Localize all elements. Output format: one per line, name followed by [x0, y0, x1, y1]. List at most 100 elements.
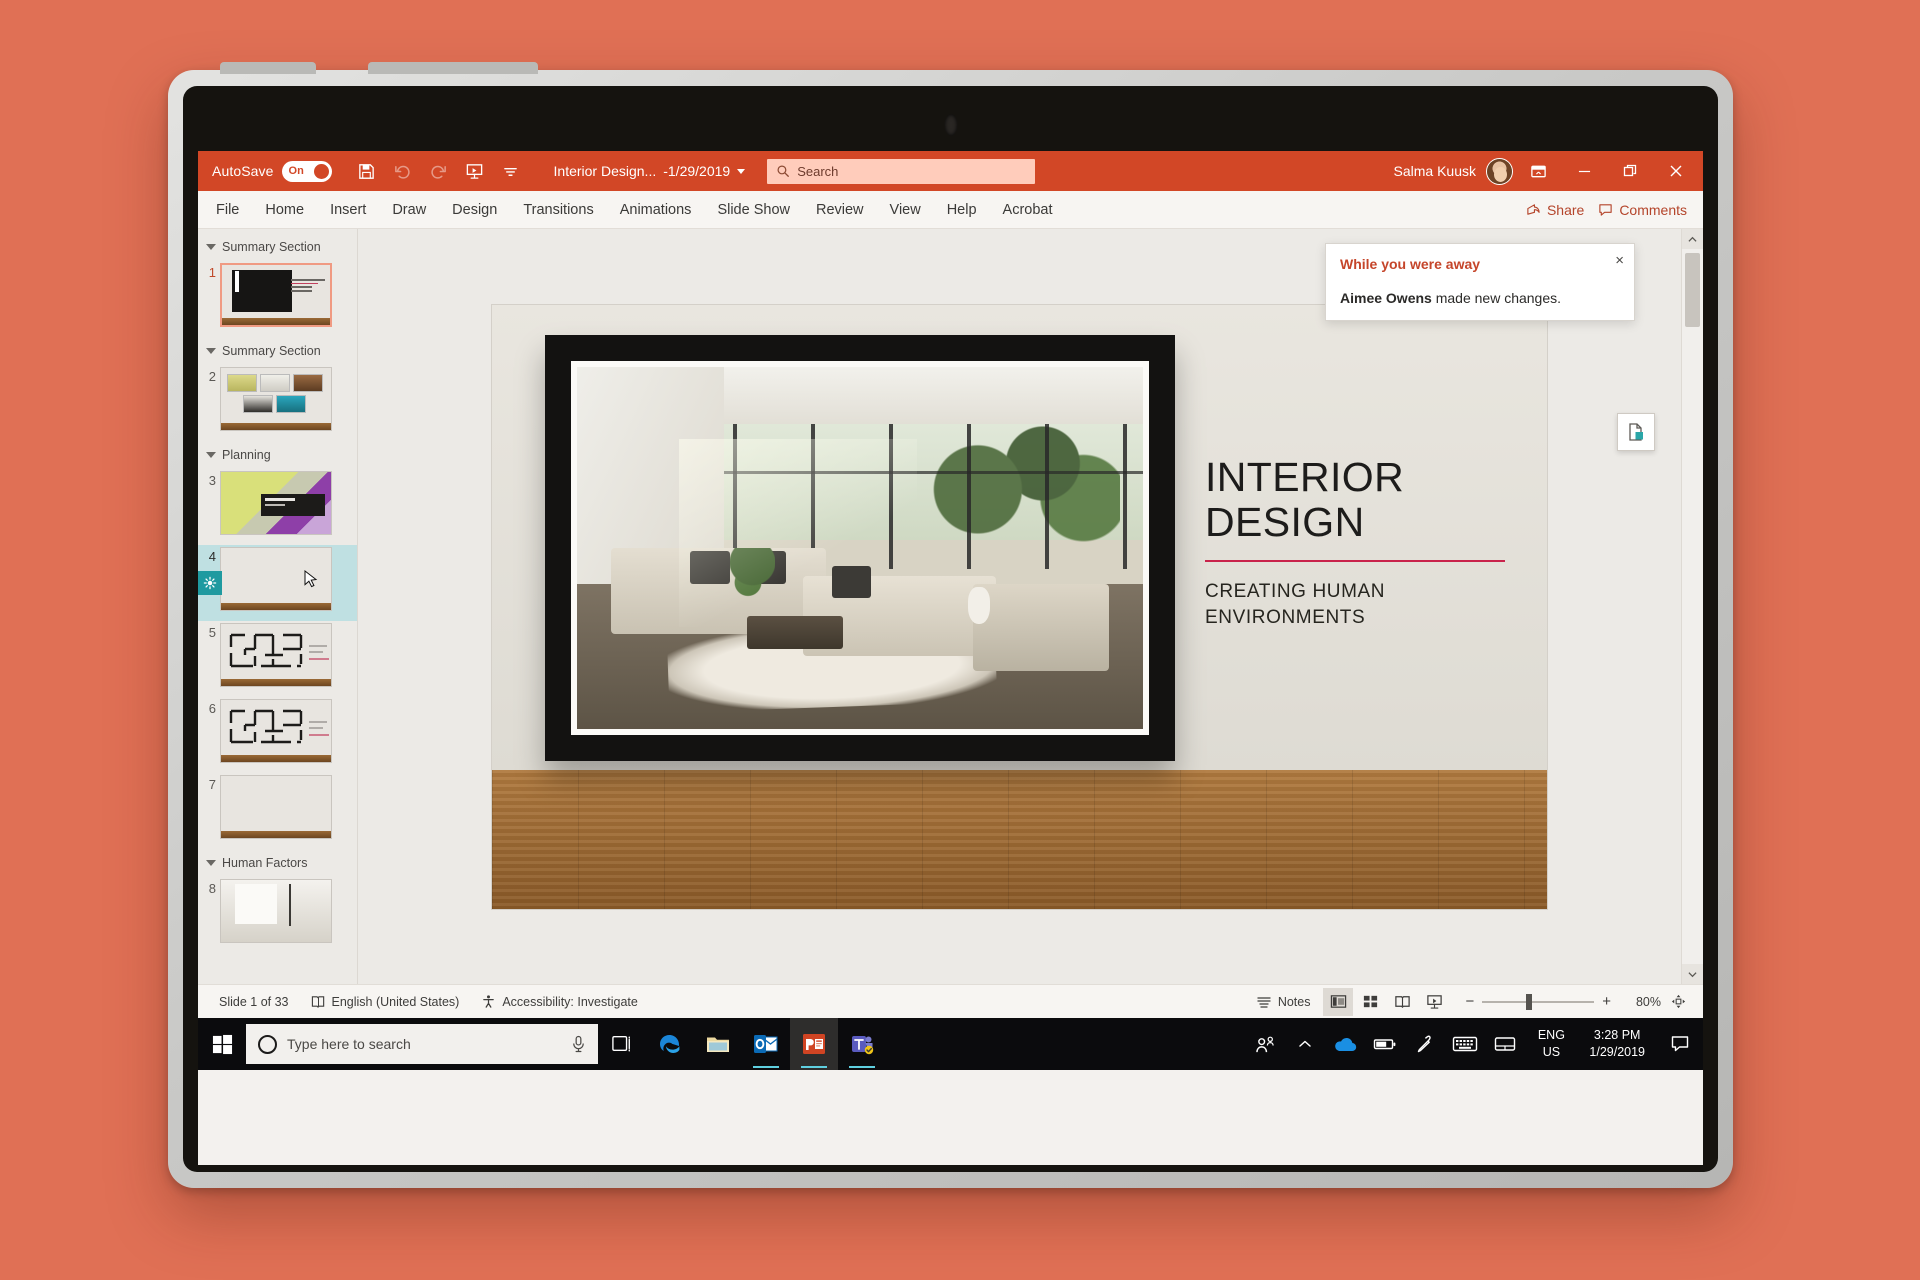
- tab-draw[interactable]: Draw: [379, 191, 439, 229]
- collapse-triangle-icon[interactable]: [206, 860, 216, 866]
- fit-slide-to-window-button[interactable]: [1663, 988, 1693, 1016]
- show-hidden-icons-icon[interactable]: [1285, 1018, 1325, 1070]
- onedrive-icon[interactable]: [1325, 1018, 1365, 1070]
- slide-thumbnail[interactable]: [220, 879, 332, 943]
- clock[interactable]: 3:28 PM 1/29/2019: [1577, 1027, 1657, 1061]
- collapse-triangle-icon[interactable]: [206, 244, 216, 250]
- minimize-button[interactable]: [1563, 152, 1605, 190]
- autosave-control[interactable]: AutoSave On: [198, 160, 332, 182]
- start-button[interactable]: [198, 1018, 246, 1070]
- slide-thumb-row-7[interactable]: 7: [198, 773, 357, 849]
- zoom-control[interactable]: − +: [1465, 993, 1611, 1010]
- zoom-out-button[interactable]: −: [1465, 993, 1474, 1010]
- slide-thumbnail-panel[interactable]: Summary Section 1 Summary Section 2 Plan…: [198, 229, 358, 984]
- slide-title-block[interactable]: INTERIOR DESIGN CREATING HUMAN ENVIRONME…: [1205, 454, 1505, 631]
- zoom-slider[interactable]: [1482, 993, 1595, 1010]
- zoom-in-button[interactable]: +: [1602, 993, 1611, 1010]
- scrollbar-track[interactable]: [1682, 229, 1703, 984]
- zoom-percent[interactable]: 80%: [1623, 995, 1661, 1009]
- tab-insert[interactable]: Insert: [317, 191, 379, 229]
- tab-slide-show[interactable]: Slide Show: [704, 191, 803, 229]
- slide-thumbnail[interactable]: [220, 547, 332, 611]
- collapse-triangle-icon[interactable]: [206, 348, 216, 354]
- tab-help[interactable]: Help: [934, 191, 990, 229]
- taskbar-search-input[interactable]: Type here to search: [246, 1024, 598, 1064]
- zoom-slider-knob[interactable]: [1526, 993, 1533, 1010]
- touchpad-icon[interactable]: [1485, 1018, 1525, 1070]
- normal-view-button[interactable]: [1323, 987, 1354, 1016]
- tab-view[interactable]: View: [877, 191, 934, 229]
- slide-thumbnail[interactable]: [220, 775, 332, 839]
- slide-changes-flag-button[interactable]: [1617, 413, 1655, 451]
- start-presentation-icon[interactable]: [458, 156, 492, 186]
- slide-thumb-row-3[interactable]: 3: [198, 469, 357, 545]
- undo-icon[interactable]: [386, 156, 420, 186]
- slide-thumbnail[interactable]: [220, 471, 332, 535]
- language-status[interactable]: English (United States): [300, 987, 471, 1017]
- slide-thumb-row-2[interactable]: 2: [198, 365, 357, 441]
- comments-button[interactable]: Comments: [1598, 202, 1687, 218]
- task-view-icon[interactable]: [598, 1018, 646, 1070]
- collapse-triangle-icon[interactable]: [206, 452, 216, 458]
- document-title[interactable]: Interior Design... -1/29/2019: [554, 163, 746, 179]
- vertical-scrollbar[interactable]: [1681, 229, 1703, 984]
- pen-icon[interactable]: [1405, 1018, 1445, 1070]
- tab-design[interactable]: Design: [439, 191, 510, 229]
- avatar[interactable]: [1486, 157, 1513, 185]
- slide-thumbnail[interactable]: [220, 623, 332, 687]
- scroll-up-button[interactable]: [1682, 229, 1703, 249]
- share-button[interactable]: Share: [1526, 202, 1584, 218]
- battery-icon[interactable]: [1365, 1018, 1405, 1070]
- slide-thumb-row-8[interactable]: 8: [198, 877, 357, 953]
- scroll-down-button[interactable]: [1682, 964, 1703, 984]
- chevron-down-icon[interactable]: [737, 168, 746, 174]
- slide-editing-stage[interactable]: INTERIOR DESIGN CREATING HUMAN ENVIRONME…: [358, 229, 1681, 984]
- people-icon[interactable]: [1245, 1018, 1285, 1070]
- slideshow-button[interactable]: [1419, 988, 1449, 1016]
- microphone-icon[interactable]: [571, 1035, 586, 1053]
- slide-thumb-row-1[interactable]: 1: [198, 261, 357, 337]
- while-you-were-away-notification[interactable]: While you were away × Aimee Owens made n…: [1325, 243, 1635, 321]
- tab-review[interactable]: Review: [803, 191, 877, 229]
- keyboard-icon[interactable]: [1445, 1018, 1485, 1070]
- section-header-human-factors[interactable]: Human Factors: [198, 849, 357, 877]
- current-slide[interactable]: INTERIOR DESIGN CREATING HUMAN ENVIRONME…: [492, 304, 1547, 909]
- edge-icon[interactable]: [646, 1018, 694, 1070]
- tab-file[interactable]: File: [198, 191, 252, 229]
- teams-icon[interactable]: [838, 1018, 886, 1070]
- tab-acrobat[interactable]: Acrobat: [990, 191, 1066, 229]
- tab-transitions[interactable]: Transitions: [510, 191, 606, 229]
- slide-thumbnail[interactable]: [220, 699, 332, 763]
- scrollbar-thumb[interactable]: [1685, 253, 1700, 327]
- slide-thumbnail[interactable]: [220, 263, 332, 327]
- powerpoint-icon[interactable]: [790, 1018, 838, 1070]
- slide-thumb-row-6[interactable]: 6: [198, 697, 357, 773]
- language-indicator[interactable]: ENG US: [1525, 1027, 1577, 1061]
- customize-quick-access-icon[interactable]: [494, 156, 528, 186]
- close-button[interactable]: [1655, 152, 1697, 190]
- reading-view-button[interactable]: [1387, 988, 1417, 1016]
- slide-picture-frame[interactable]: [545, 334, 1175, 761]
- action-center-button[interactable]: [1657, 1018, 1703, 1070]
- ribbon-display-options-button[interactable]: [1517, 152, 1559, 190]
- redo-icon[interactable]: [422, 156, 456, 186]
- search-input[interactable]: Search: [767, 158, 1036, 184]
- slide-sorter-button[interactable]: [1355, 988, 1385, 1016]
- slide-changed-badge[interactable]: [198, 571, 222, 595]
- slide-thumb-row-5[interactable]: 5: [198, 621, 357, 697]
- slide-counter[interactable]: Slide 1 of 33: [208, 987, 300, 1017]
- accessibility-status[interactable]: Accessibility: Investigate: [470, 987, 648, 1017]
- tab-home[interactable]: Home: [252, 191, 317, 229]
- notes-button[interactable]: Notes: [1245, 987, 1322, 1017]
- slide-thumbnail[interactable]: [220, 367, 332, 431]
- tab-animations[interactable]: Animations: [607, 191, 705, 229]
- slide-thumb-row-4[interactable]: 4: [198, 545, 357, 621]
- section-header-summary-1[interactable]: Summary Section: [198, 233, 357, 261]
- outlook-icon[interactable]: [742, 1018, 790, 1070]
- file-explorer-icon[interactable]: [694, 1018, 742, 1070]
- close-icon[interactable]: ×: [1615, 253, 1624, 268]
- save-icon[interactable]: [350, 156, 384, 186]
- section-header-planning[interactable]: Planning: [198, 441, 357, 469]
- autosave-toggle[interactable]: On: [281, 160, 332, 182]
- restore-button[interactable]: [1609, 152, 1651, 190]
